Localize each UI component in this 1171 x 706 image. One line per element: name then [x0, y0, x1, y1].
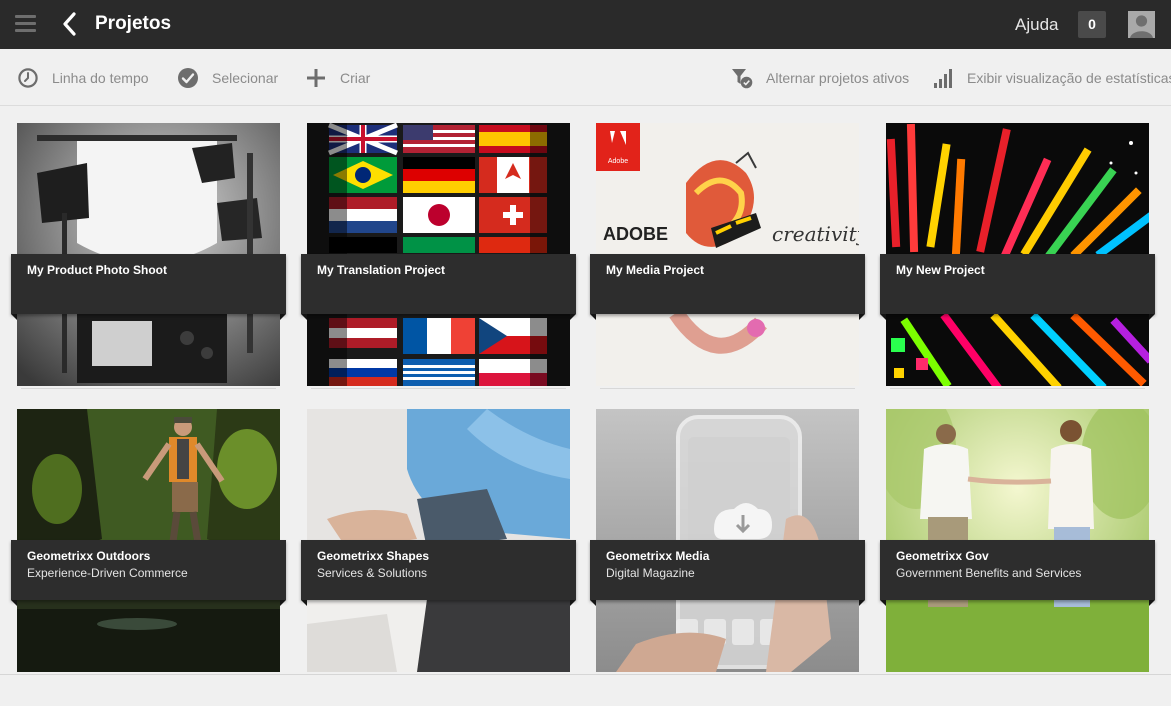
project-title-band: Geometrixx Outdoors Experience-Driven Co…: [11, 540, 286, 606]
top-bar: Projetos Ajuda 0: [0, 0, 1171, 49]
footer-bar: [0, 674, 1171, 706]
project-subtitle: Government Benefits and Services: [896, 566, 1082, 580]
adobe-wordmark-text: ADOBE: [603, 224, 668, 244]
project-title: My Media Project: [606, 263, 705, 277]
toggle-active-projects-button[interactable]: Alternar projetos ativos: [731, 49, 909, 106]
project-title-band: My Translation Project: [301, 254, 576, 320]
chevron-left-icon[interactable]: [60, 11, 82, 37]
plus-icon: [305, 67, 327, 89]
user-avatar-icon[interactable]: [1128, 11, 1155, 38]
filter-check-icon: [731, 67, 753, 89]
project-subtitle: Digital Magazine: [606, 566, 695, 580]
help-link[interactable]: Ajuda: [1015, 15, 1058, 35]
timeline-label: Linha do tempo: [52, 69, 149, 86]
action-toolbar: Linha do tempo Selecionar Criar Alternar…: [0, 49, 1171, 106]
project-title: My Product Photo Shoot: [27, 263, 167, 277]
project-card[interactable]: My Translation Project: [301, 123, 576, 389]
project-title: My New Project: [896, 263, 985, 277]
project-title: Geometrixx Gov: [896, 549, 989, 563]
adobe-logo-text: Adobe: [608, 158, 628, 165]
project-card[interactable]: Adobe ADOBE creativity My Media Project: [590, 123, 865, 389]
project-title-band: My Product Photo Shoot: [11, 254, 286, 320]
project-title: Geometrixx Media: [606, 549, 710, 563]
checkmark-circle-icon: [177, 67, 199, 89]
clock-icon: [17, 67, 39, 89]
select-button[interactable]: Selecionar: [177, 49, 278, 106]
project-grid: My Product Photo Shoot My Translation Pr…: [0, 107, 1171, 675]
hamburger-icon[interactable]: [15, 15, 36, 33]
creativity-script-text: creativity: [772, 222, 859, 246]
project-subtitle: Experience-Driven Commerce: [27, 566, 188, 580]
project-card[interactable]: Geometrixx Gov Government Benefits and S…: [880, 409, 1155, 675]
project-title: Geometrixx Outdoors: [27, 549, 151, 563]
statistics-view-label: Exibir visualização de estatísticas: [967, 69, 1171, 86]
statistics-view-button[interactable]: Exibir visualização de estatísticas: [932, 49, 1171, 106]
page-title: Projetos: [95, 13, 172, 34]
project-title-band: My New Project: [880, 254, 1155, 320]
project-card[interactable]: Geometrixx Outdoors Experience-Driven Co…: [11, 409, 286, 675]
project-card[interactable]: Geometrixx Media Digital Magazine: [590, 409, 865, 675]
timeline-button[interactable]: Linha do tempo: [17, 49, 149, 106]
project-title-band: Geometrixx Gov Government Benefits and S…: [880, 540, 1155, 606]
project-title-band: My Media Project: [590, 254, 865, 320]
notification-badge[interactable]: 0: [1078, 11, 1106, 38]
bar-chart-icon: [932, 67, 954, 89]
toggle-active-projects-label: Alternar projetos ativos: [766, 69, 910, 86]
create-label: Criar: [340, 69, 371, 86]
project-title: Geometrixx Shapes: [317, 549, 430, 563]
select-label: Selecionar: [212, 69, 279, 86]
project-title-band: Geometrixx Shapes Services & Solutions: [301, 540, 576, 606]
project-title: My Translation Project: [317, 263, 446, 277]
create-button[interactable]: Criar: [305, 49, 370, 106]
project-card[interactable]: My Product Photo Shoot: [11, 123, 286, 389]
project-title-band: Geometrixx Media Digital Magazine: [590, 540, 865, 606]
project-card[interactable]: My New Project: [880, 123, 1155, 389]
project-card[interactable]: Geometrixx Shapes Services & Solutions: [301, 409, 576, 675]
project-subtitle: Services & Solutions: [317, 566, 428, 580]
